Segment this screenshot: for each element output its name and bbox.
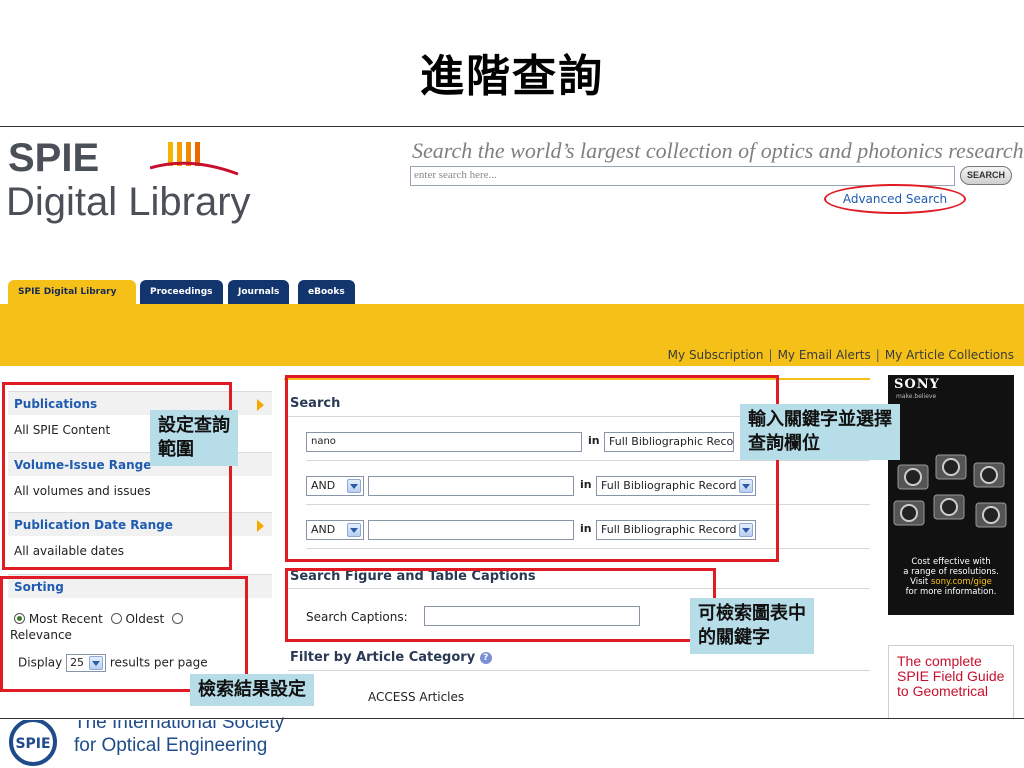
callout-results: 檢索結果設定 bbox=[190, 674, 314, 706]
my-article-collections-link[interactable]: My Article Collections bbox=[885, 348, 1014, 362]
callout-scope: 設定查詢 範圍 bbox=[150, 410, 238, 466]
help-icon[interactable]: ? bbox=[479, 652, 492, 664]
sony-brand: SONY bbox=[894, 377, 940, 392]
sony-link[interactable]: sony.com/gige bbox=[931, 577, 992, 587]
search-button[interactable]: SEARCH bbox=[960, 166, 1012, 185]
sony-ad[interactable]: SONY make.believe Cost effective with a … bbox=[888, 375, 1014, 615]
field-guide-text: The complete SPIE Field Guide to Geometr… bbox=[897, 653, 1005, 699]
callout-keywords: 輸入關鍵字並選擇 查詢欄位 bbox=[740, 404, 900, 460]
filter-category-heading: Filter by Article Category ? bbox=[290, 650, 492, 665]
tab-bar: SPIE Digital Library Proceedings Journal… bbox=[0, 280, 1024, 304]
slide-divider-top bbox=[0, 126, 1024, 127]
camera-image-icon bbox=[893, 454, 1007, 528]
link-separator: | bbox=[875, 348, 880, 362]
svg-text:SPIE: SPIE bbox=[15, 736, 50, 752]
sony-text-1: Cost effective with bbox=[911, 557, 991, 567]
spie-seal-icon: SPIE bbox=[9, 718, 57, 766]
sony-text-4: for more information. bbox=[905, 587, 997, 597]
logo-spie-text: SPIE bbox=[8, 136, 100, 180]
sony-text-3: Visit sony.com/gige bbox=[910, 577, 992, 587]
highlight-search-box bbox=[285, 375, 779, 562]
advanced-search-link[interactable]: Advanced Search bbox=[824, 184, 966, 214]
sony-slogan: make.believe bbox=[896, 393, 937, 400]
tab-journals[interactable]: Journals bbox=[228, 280, 290, 304]
highlight-captions-box bbox=[285, 568, 716, 642]
logo-digital-library-text: Digital Library bbox=[6, 180, 251, 224]
my-email-alerts-link[interactable]: My Email Alerts bbox=[778, 348, 871, 362]
sony-text-2: a range of resolutions. bbox=[903, 567, 999, 577]
tab-proceedings[interactable]: Proceedings bbox=[140, 280, 223, 304]
user-links: My Subscription | My Email Alerts | My Artic… bbox=[668, 348, 1014, 362]
filter-item-access-articles[interactable]: ACCESS Articles bbox=[368, 690, 464, 704]
link-separator: | bbox=[768, 348, 773, 362]
spie-logo-icon bbox=[150, 142, 239, 176]
slide-divider-bottom bbox=[0, 718, 1024, 719]
site-tagline: Search the world’s largest collection of… bbox=[412, 138, 1024, 163]
slide-title: 進階查詢 bbox=[420, 51, 604, 102]
footer-line-2: for Optical Engineering bbox=[74, 735, 268, 756]
my-subscription-link[interactable]: My Subscription bbox=[668, 348, 764, 362]
section-rule bbox=[288, 670, 870, 671]
field-guide-ad[interactable]: The complete SPIE Field Guide to Geometr… bbox=[888, 645, 1014, 719]
expand-arrow-icon[interactable] bbox=[257, 520, 264, 532]
expand-arrow-icon[interactable] bbox=[257, 399, 264, 411]
tab-spie-digital-library[interactable]: SPIE Digital Library bbox=[8, 280, 136, 304]
search-input[interactable]: enter search here... bbox=[410, 166, 955, 186]
callout-captions: 可檢索圖表中 的關鍵字 bbox=[690, 598, 814, 654]
tab-ebooks[interactable]: eBooks bbox=[298, 280, 355, 304]
